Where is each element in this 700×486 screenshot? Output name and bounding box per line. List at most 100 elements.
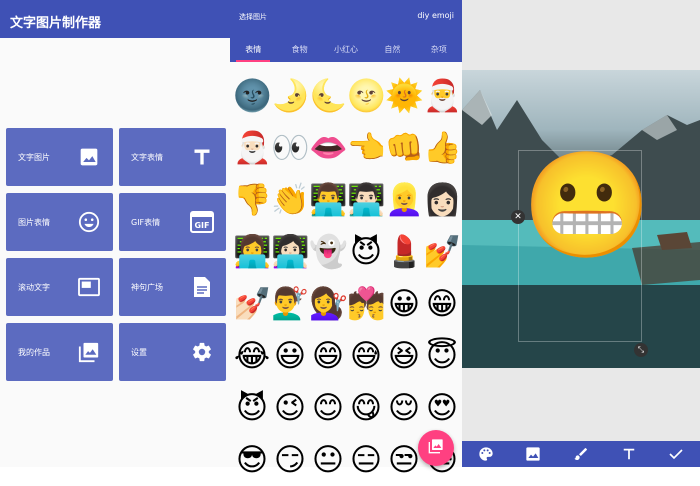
emoji-cell[interactable]: 🌞 — [385, 70, 423, 122]
tile-label: 设置 — [131, 347, 147, 357]
emoji-cell[interactable]: 😂 — [233, 330, 271, 382]
emoji-cell[interactable]: 😈 — [347, 226, 385, 278]
emoji-cell[interactable]: 💏 — [347, 278, 385, 330]
emoji-cell[interactable]: 👄 — [309, 122, 347, 174]
emoji-cell[interactable]: 😑 — [347, 434, 385, 486]
tile-settings[interactable]: 设置 — [119, 323, 226, 381]
emoji-cell[interactable]: 😅 — [347, 330, 385, 382]
emoji-cell[interactable]: 😄 — [309, 330, 347, 382]
app-bar: 文字图片制作器 — [0, 0, 230, 38]
tab-food[interactable]: 食物 — [276, 36, 322, 62]
tile-quote-square[interactable]: 神句广场 — [119, 258, 226, 316]
emoji-cell[interactable]: 👍 — [423, 122, 461, 174]
emoji-cell[interactable]: 😆 — [385, 330, 423, 382]
emoji-cell[interactable]: 😇 — [423, 330, 461, 382]
add-image-fab[interactable] — [418, 430, 454, 466]
tile-image-emoji[interactable]: 图片表情 — [6, 193, 113, 251]
emoji-cell[interactable]: 👊 — [385, 122, 423, 174]
emoji-grid: 🌚 🌛 🌜 🌝 🌞 🎅 🎅🏻 👀 👄 👈 👊 👍 👎 👏 👨‍💻 👨🏻‍💻 👱‍♀️ 👩🏻 👩‍💻 👩🏻‍💻 👻 😈 💄 💅 💅… — [233, 70, 461, 486]
emoji-cell[interactable]: 😍 — [423, 382, 461, 434]
emoji-cell[interactable]: 😏 — [271, 434, 309, 486]
picker-title: 选择图片 — [239, 13, 267, 21]
emoji-cell[interactable]: 👩‍💻 — [233, 226, 271, 278]
image-icon[interactable] — [523, 444, 543, 464]
resize-handle-icon[interactable]: ⤡ — [634, 343, 648, 357]
emoji-cell[interactable]: 👨🏻‍💻 — [347, 174, 385, 226]
editor-toolbar — [462, 441, 700, 467]
emoji-cell[interactable]: 👩🏻‍💻 — [271, 226, 309, 278]
check-icon[interactable] — [666, 444, 686, 464]
emoji-cell[interactable]: 😐 — [309, 434, 347, 486]
tile-label: 文字图片 — [18, 152, 50, 162]
emoji-cell[interactable]: 💄 — [385, 226, 423, 278]
tile-label: 图片表情 — [18, 217, 50, 227]
emoji-cell[interactable]: 👩🏻 — [423, 174, 461, 226]
emoji-cell[interactable]: 🌜 — [309, 70, 347, 122]
text-icon — [190, 145, 214, 169]
emoji-cell[interactable]: 💇‍♂️ — [271, 278, 309, 330]
tile-label: 我的作品 — [18, 347, 50, 357]
tab-hearts[interactable]: 小红心 — [323, 36, 369, 62]
featured-video-icon — [77, 275, 101, 299]
emoji-cell[interactable]: 🎅 — [423, 70, 461, 122]
emoji-cell[interactable]: 😀 — [385, 278, 423, 330]
tile-text-emoji[interactable]: 文字表情 — [119, 128, 226, 186]
brush-icon[interactable] — [571, 444, 591, 464]
app-title: 文字图片制作器 — [10, 16, 102, 31]
editor-screen: 😬 ✕ ⤡ — [462, 0, 700, 467]
tile-label: 神句广场 — [131, 282, 163, 292]
emoji-cell[interactable]: 👨‍💻 — [309, 174, 347, 226]
emoji-cell[interactable]: 😈 — [233, 382, 271, 434]
tile-gif-emoji[interactable]: GIF表情 GIF — [119, 193, 226, 251]
tile-scrolling-text[interactable]: 滚动文字 — [6, 258, 113, 316]
emoji-cell[interactable]: 🌝 — [347, 70, 385, 122]
tile-label: GIF表情 — [131, 217, 161, 227]
emoji-picker-screen: 选择图片 diy emoji 表情 食物 小红心 自然 杂项 🌚 🌛 🌜 🌝 🌞 🎅 🎅🏻 👀… — [230, 0, 462, 478]
photo-library-icon — [428, 438, 444, 458]
emoji-cell[interactable]: 👎 — [233, 174, 271, 226]
app-bar: 选择图片 diy emoji 表情 食物 小红心 自然 杂项 — [230, 0, 462, 62]
emoji-cell[interactable]: 👀 — [271, 122, 309, 174]
category-tabs: 表情 食物 小红心 自然 杂项 — [230, 36, 462, 62]
emoji-cell[interactable]: 👏 — [271, 174, 309, 226]
emoji-cell[interactable]: 😎 — [233, 434, 271, 486]
palette-icon[interactable] — [476, 444, 496, 464]
emoji-cell[interactable]: 👈 — [347, 122, 385, 174]
tile-label: 文字表情 — [131, 152, 163, 162]
gif-icon: GIF — [190, 210, 214, 234]
home-screen: 文字图片制作器 文字图片 文字表情 图片表情 GIF表情 GIF 滚动文字 神句… — [0, 0, 230, 467]
emoji-cell[interactable]: 🌚 — [233, 70, 271, 122]
feature-grid: 文字图片 文字表情 图片表情 GIF表情 GIF 滚动文字 神句广场 我的作品 … — [6, 128, 226, 381]
diy-emoji-link[interactable]: diy emoji — [417, 11, 454, 20]
svg-text:GIF: GIF — [194, 221, 209, 230]
tab-expressions[interactable]: 表情 — [230, 36, 276, 62]
emoji-cell[interactable]: 😌 — [385, 382, 423, 434]
emoji-cell[interactable]: 😃 — [271, 330, 309, 382]
document-icon — [190, 275, 214, 299]
emoji-cell[interactable]: 👱‍♀️ — [385, 174, 423, 226]
tab-nature[interactable]: 自然 — [369, 36, 415, 62]
photo-library-icon — [77, 340, 101, 364]
background-photo: 😬 ✕ ⤡ — [462, 70, 700, 368]
emoji-cell[interactable]: 💇‍♀️ — [309, 278, 347, 330]
tile-text-image[interactable]: 文字图片 — [6, 128, 113, 186]
close-icon[interactable]: ✕ — [511, 210, 525, 224]
text-icon[interactable] — [619, 444, 639, 464]
tile-my-works[interactable]: 我的作品 — [6, 323, 113, 381]
emoji-cell[interactable]: 😋 — [347, 382, 385, 434]
emoji-cell[interactable]: 🎅🏻 — [233, 122, 271, 174]
sticker-emoji[interactable]: 😬 — [522, 153, 652, 257]
emoji-cell[interactable]: 💅🏻 — [233, 278, 271, 330]
emoji-cell[interactable]: 💅 — [423, 226, 461, 278]
emoji-cell[interactable]: 🌛 — [271, 70, 309, 122]
tile-label: 滚动文字 — [18, 282, 50, 292]
emoji-cell[interactable]: 😒 — [385, 434, 423, 486]
emoji-cell[interactable]: 😁 — [423, 278, 461, 330]
gear-icon — [190, 340, 214, 364]
emoji-cell[interactable]: 😉 — [271, 382, 309, 434]
tab-misc[interactable]: 杂项 — [416, 36, 462, 62]
emoji-cell[interactable]: 😊 — [309, 382, 347, 434]
image-icon — [77, 145, 101, 169]
smiley-icon — [77, 210, 101, 234]
emoji-cell[interactable]: 👻 — [309, 226, 347, 278]
